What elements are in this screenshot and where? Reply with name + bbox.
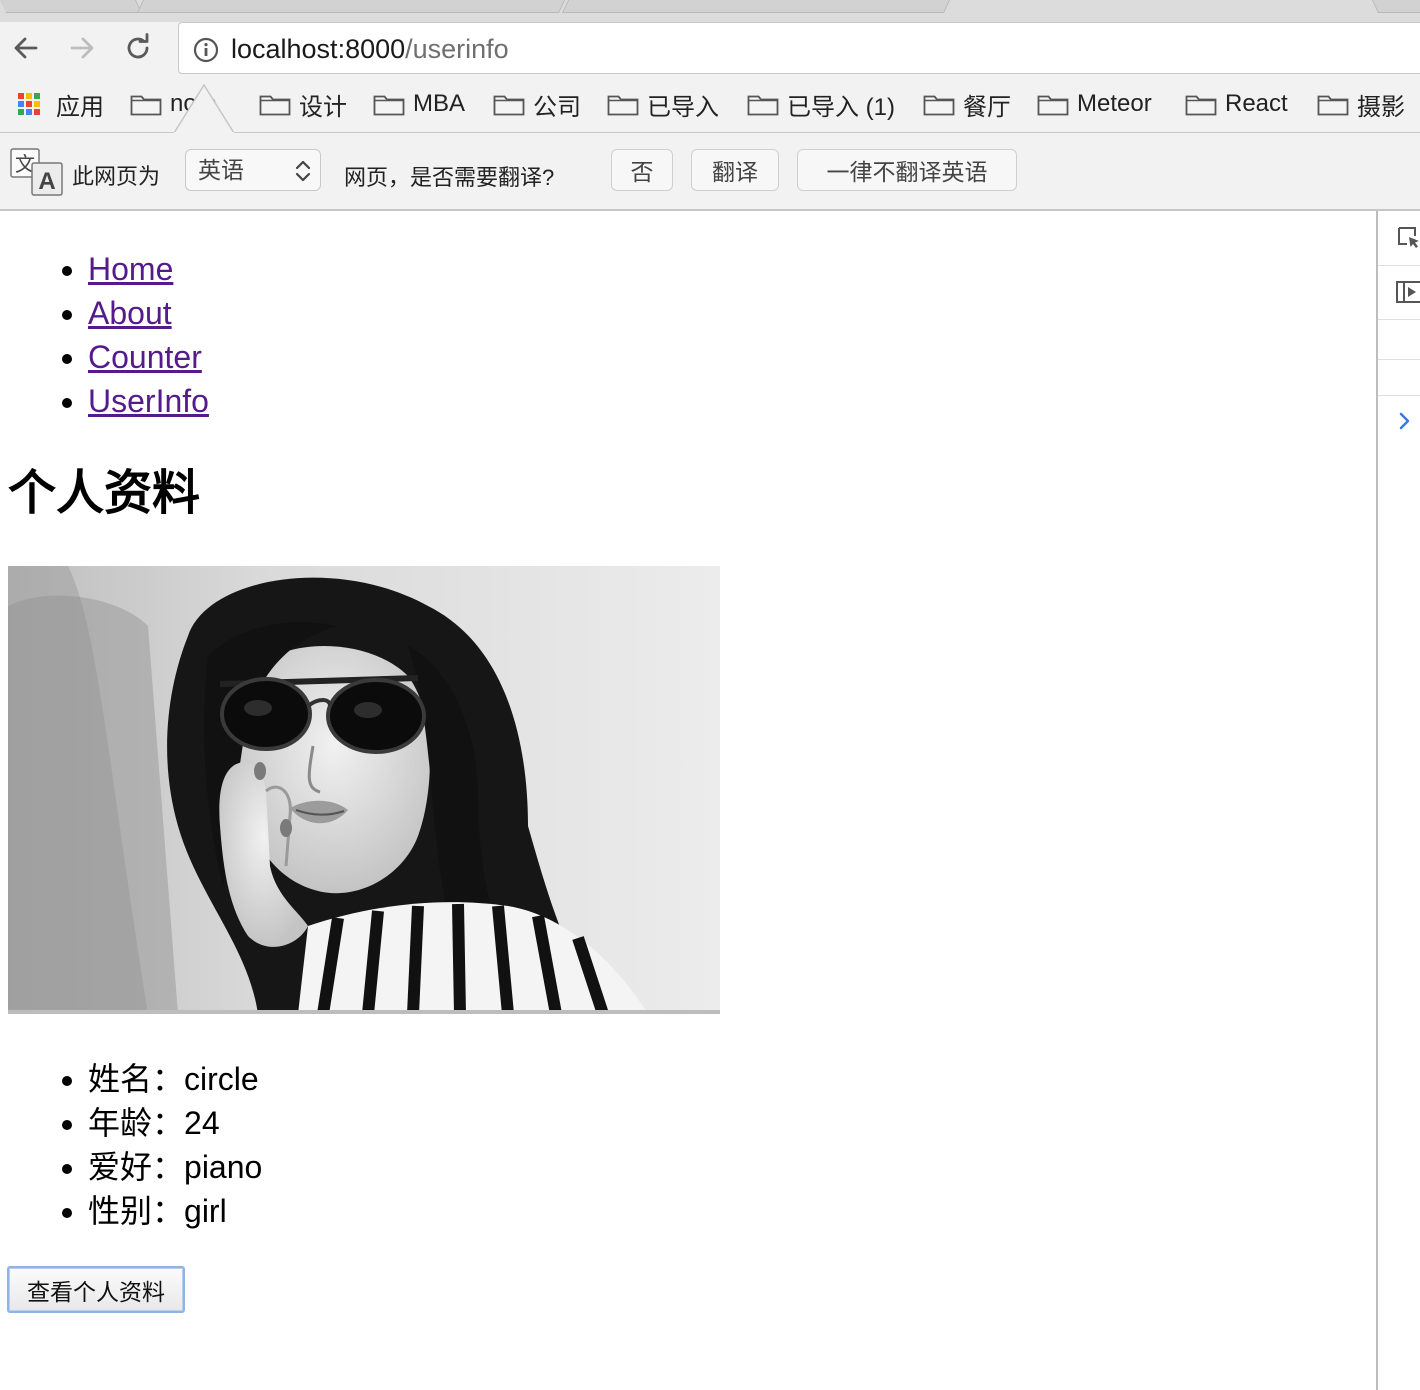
translate-bubble-pointer: [174, 84, 234, 134]
bookmark-label: 已导入: [647, 93, 719, 121]
nav-link-userinfo[interactable]: UserInfo: [88, 383, 209, 419]
translate-bar: 文 A 此网页为 英语 网页，是否需要翻译? 否 翻译 一律不翻译英语: [0, 133, 1420, 211]
view-profile-button[interactable]: 查看个人资料: [7, 1266, 185, 1313]
bookmark-label: 已导入 (1): [787, 93, 895, 121]
browser-tab[interactable]: [136, 0, 566, 13]
info-key: 年龄：: [88, 1104, 185, 1142]
bookmark-folder[interactable]: Meteor: [1037, 88, 1152, 120]
nav-item: Home: [88, 247, 209, 291]
devtools-row: [1378, 359, 1420, 396]
info-item-age: 年龄：24: [88, 1101, 262, 1145]
url-path: /userinfo: [405, 34, 509, 64]
nav-item: About: [88, 291, 209, 335]
info-item-name: 姓名：circle: [88, 1057, 262, 1101]
bookmark-folder[interactable]: React: [1185, 88, 1288, 120]
info-value: 24: [184, 1105, 220, 1141]
bookmark-folder[interactable]: 餐厅: [923, 88, 1011, 121]
bookmark-folder[interactable]: 摄影: [1317, 88, 1405, 121]
info-key: 性别：: [88, 1192, 185, 1230]
info-value: piano: [184, 1149, 263, 1185]
browser-tab[interactable]: [561, 0, 951, 13]
bookmark-label: 公司: [533, 93, 581, 121]
page-viewport: Home About Counter UserInfo 个人资料: [0, 211, 1376, 1390]
reload-icon: [127, 33, 149, 59]
bookmark-folder[interactable]: 已导入 (1): [747, 88, 895, 121]
folder-icon: [1317, 95, 1349, 116]
nav-item: UserInfo: [88, 379, 209, 423]
folder-icon: [1185, 95, 1217, 116]
info-item-hobby: 爱好：piano: [88, 1145, 262, 1189]
folder-icon: [923, 95, 955, 116]
translate-label: 此网页为: [72, 164, 161, 189]
browser-toolbar: localhost:8000/userinfo: [0, 22, 1420, 76]
profile-photo: [8, 566, 720, 1014]
info-key: 姓名：: [88, 1060, 185, 1098]
bookmark-folder[interactable]: 公司: [493, 88, 581, 121]
folder-icon: [1037, 95, 1069, 116]
back-button[interactable]: [6, 30, 46, 66]
bookmark-folder[interactable]: 设计: [259, 88, 347, 121]
apps-grid-icon: [18, 93, 40, 115]
devtools-row: [1378, 319, 1420, 360]
bookmark-folder[interactable]: 已导入: [607, 88, 719, 121]
nav-item: Counter: [88, 335, 209, 379]
page-title: 个人资料: [8, 465, 201, 521]
svg-text:A: A: [38, 168, 55, 195]
forward-button[interactable]: [62, 30, 102, 66]
bookmark-apps[interactable]: 应用: [18, 88, 104, 121]
toggle-device-icon[interactable]: [1396, 279, 1420, 305]
profile-info-list: 姓名：circle 年龄：24 爱好：piano 性别：girl: [0, 1057, 262, 1233]
nav-list: Home About Counter UserInfo: [0, 247, 209, 423]
inspect-element-icon[interactable]: [1396, 225, 1420, 251]
info-key: 爱好：: [88, 1148, 185, 1186]
url-host: localhost:8000: [231, 34, 406, 64]
folder-icon: [130, 95, 162, 116]
bookmark-label: Meteor: [1077, 90, 1152, 117]
no-translate-button[interactable]: 否: [611, 149, 673, 191]
tab-strip: [0, 0, 1420, 22]
url-text[interactable]: localhost:8000/userinfo: [231, 34, 509, 65]
browser-tab[interactable]: [0, 0, 143, 13]
bookmark-label: React: [1225, 90, 1288, 117]
translate-icon: 文 A: [10, 148, 63, 196]
folder-icon: [747, 95, 779, 116]
translate-button[interactable]: 翻译: [691, 149, 779, 191]
info-item-gender: 性别：girl: [88, 1189, 262, 1233]
bookmark-label: 摄影: [1357, 93, 1405, 121]
chevron-right-icon[interactable]: [1398, 411, 1412, 431]
info-icon[interactable]: [193, 37, 219, 63]
folder-icon: [493, 95, 525, 116]
nav-link-counter[interactable]: Counter: [88, 339, 202, 375]
bookmark-label: 设计: [299, 93, 347, 121]
reload-button[interactable]: [118, 30, 158, 66]
chevron-updown-icon: [295, 160, 311, 182]
language-select-value: 英语: [198, 157, 244, 183]
bookmark-label: MBA: [413, 90, 466, 117]
never-translate-button[interactable]: 一律不翻译英语: [797, 149, 1017, 191]
bookmark-folder[interactable]: MBA: [373, 88, 465, 120]
browser-tab[interactable]: [1371, 0, 1420, 13]
folder-icon: [607, 95, 639, 116]
devtools-panel: [1376, 211, 1420, 1390]
arrow-left-icon: [14, 37, 38, 59]
arrow-right-icon: [70, 37, 94, 59]
devtools-device-row[interactable]: [1378, 265, 1420, 320]
devtools-inspect-row[interactable]: [1378, 211, 1420, 266]
folder-icon: [259, 95, 291, 116]
bookmark-label: 应用: [56, 93, 104, 121]
info-value: girl: [184, 1193, 227, 1229]
bookmark-label: 餐厅: [963, 93, 1011, 121]
language-select[interactable]: 英语: [185, 149, 321, 191]
translate-question: 网页，是否需要翻译?: [344, 165, 555, 190]
nav-link-home[interactable]: Home: [88, 251, 173, 287]
info-value: circle: [184, 1061, 259, 1097]
address-bar[interactable]: localhost:8000/userinfo: [178, 22, 1420, 74]
folder-icon: [373, 95, 405, 116]
nav-link-about[interactable]: About: [88, 295, 172, 331]
